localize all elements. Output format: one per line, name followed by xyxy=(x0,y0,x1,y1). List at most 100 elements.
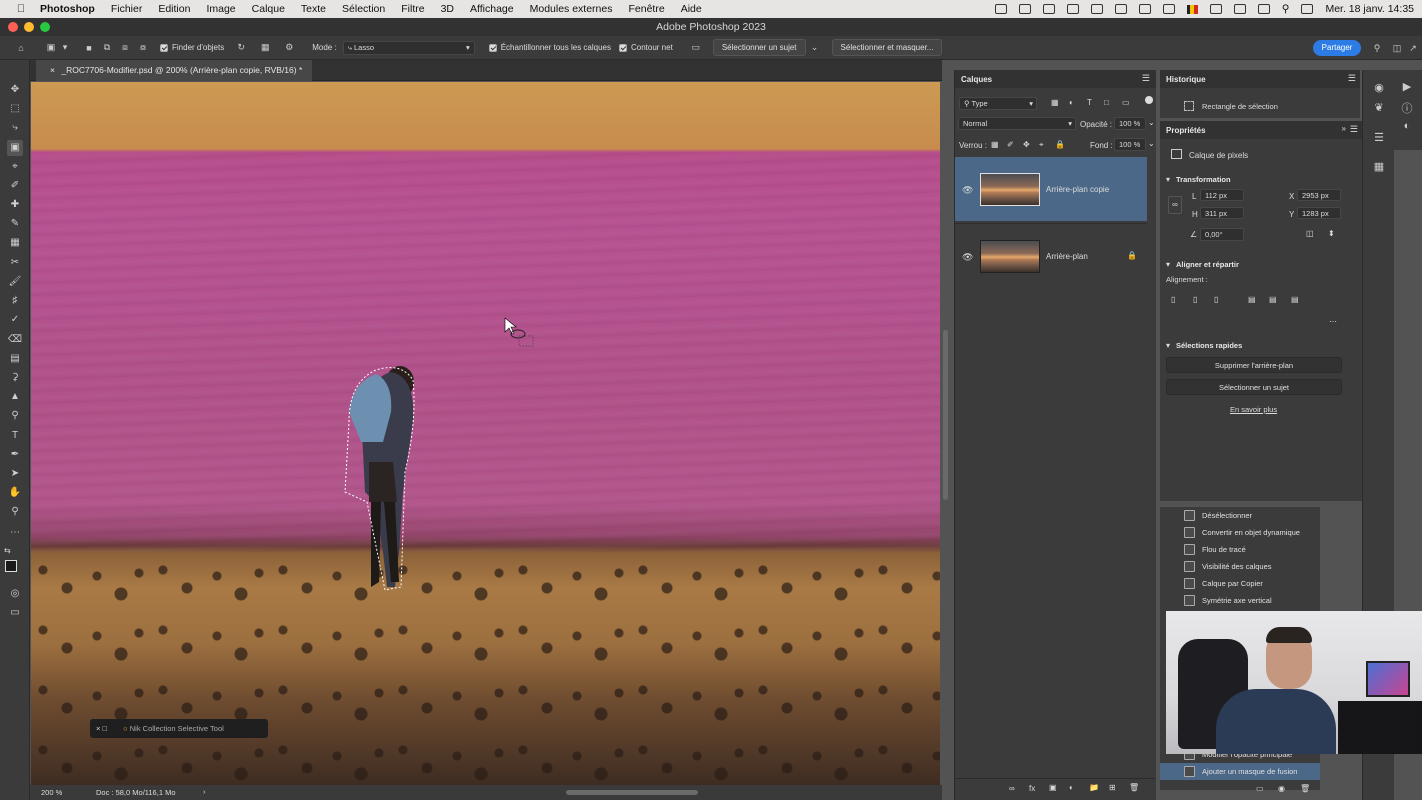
object-selection-tool-icon[interactable]: ▣ xyxy=(44,41,58,55)
gradient-tool-icon[interactable]: ▤ xyxy=(7,351,23,367)
lock-transparency-icon[interactable]: ▦ xyxy=(991,140,999,149)
share-button[interactable]: Partager xyxy=(1313,40,1361,56)
menu-texte[interactable]: Texte xyxy=(301,3,326,15)
marquee-tool-icon[interactable]: ⬚ xyxy=(7,101,23,117)
history-step[interactable]: Visibilité des calques xyxy=(1160,558,1320,575)
frame-tool-icon[interactable]: ▦ xyxy=(7,235,23,251)
chevron-right-icon[interactable]: › xyxy=(203,787,206,796)
expand-icon[interactable]: ↗ xyxy=(1406,41,1420,55)
lock-pixels-icon[interactable]: ✐ xyxy=(1007,140,1014,149)
lock-position-icon[interactable]: ✥ xyxy=(1023,140,1030,149)
panel-menu-icon[interactable]: ☰ xyxy=(1142,73,1150,84)
select-and-mask-button[interactable]: Sélectionner et masquer... xyxy=(831,39,943,56)
hard-edge-checkbox[interactable] xyxy=(619,43,627,52)
finder-checkbox[interactable] xyxy=(160,43,168,52)
menu-image[interactable]: Image xyxy=(206,3,235,15)
time-machine-icon[interactable] xyxy=(1114,4,1127,14)
chevron-down-icon[interactable]: ▾ xyxy=(1166,260,1170,269)
image-canvas[interactable] xyxy=(31,82,940,785)
clone-stamp-icon[interactable]: ♯ xyxy=(7,293,23,309)
align-top-icon[interactable]: ▤ xyxy=(1248,295,1256,304)
menu-fichier[interactable]: Fichier xyxy=(111,3,143,15)
sample-all-toggle[interactable]: Échantillonner tous les calques xyxy=(488,43,611,52)
select-subject-button[interactable]: Sélectionner un sujet xyxy=(712,39,806,56)
lasso-tool-icon[interactable]: ⤷ xyxy=(7,120,23,136)
crop-tool-icon[interactable]: ⌖ xyxy=(7,159,23,175)
menubar-clock[interactable]: Mer. 18 janv. 14:35 xyxy=(1325,3,1414,15)
new-selection-icon[interactable]: ■ xyxy=(82,41,96,55)
healing-brush-icon[interactable]: ✚ xyxy=(7,197,23,213)
chevron-down-icon[interactable]: ⌄ xyxy=(1148,139,1155,148)
screen-record-icon[interactable] xyxy=(1042,4,1055,14)
object-selection-tool-icon[interactable]: ▣ xyxy=(7,140,23,156)
collapse-panel-icon[interactable]: » xyxy=(1342,124,1346,133)
align-middle-v-icon[interactable]: ▤ xyxy=(1269,295,1277,304)
tool-preset-dropdown-icon[interactable]: ▾ xyxy=(58,41,72,55)
quick-mask-icon[interactable]: ◎ xyxy=(7,586,23,602)
lock-all-icon[interactable]: 🔒 xyxy=(1055,140,1065,149)
refresh-icon[interactable]: ↻ xyxy=(234,41,248,55)
lock-artboard-icon[interactable]: ⌖ xyxy=(1039,140,1044,150)
learn-more-link[interactable]: En savoir plus xyxy=(1230,405,1277,414)
zoom-level[interactable]: 200 % xyxy=(41,788,62,797)
chevron-down-icon[interactable]: ⌄ xyxy=(808,41,822,55)
eraser-tool-icon[interactable]: ⌫ xyxy=(7,332,23,348)
screen-mode-icon[interactable]: ▭ xyxy=(7,605,23,621)
camera-icon[interactable] xyxy=(1066,4,1079,14)
control-center-icon[interactable] xyxy=(1301,4,1314,14)
history-step[interactable]: Désélectionner xyxy=(1160,507,1320,524)
vertical-scrollbar[interactable] xyxy=(943,330,948,500)
brush-tool-icon[interactable]: 🖌 xyxy=(7,274,23,290)
history-step[interactable]: Convertir en objet dynamique xyxy=(1160,524,1320,541)
battery-icon[interactable] xyxy=(1233,4,1246,14)
dodge-tool-icon[interactable]: ⚲ xyxy=(7,408,23,424)
angle-input[interactable]: 0,00° xyxy=(1200,228,1244,241)
more-tools-icon[interactable]: ⋯ xyxy=(7,525,23,541)
panel-menu-icon[interactable]: ☰ xyxy=(1350,124,1358,135)
panel-menu-icon[interactable]: ☰ xyxy=(1348,73,1356,84)
delete-layer-icon[interactable]: 🗑 xyxy=(1129,783,1139,792)
keyboard-flag-icon[interactable] xyxy=(1186,4,1198,14)
history-item[interactable]: Rectangle de sélection xyxy=(1202,102,1278,111)
layer-name[interactable]: Arrière-plan xyxy=(1046,252,1088,261)
workspace-icon[interactable]: ◫ xyxy=(1390,41,1404,55)
menu-selection[interactable]: Sélection xyxy=(342,3,385,15)
history-panel-title[interactable]: Historique xyxy=(1166,75,1206,84)
menu-modules[interactable]: Modules externes xyxy=(530,3,613,15)
link-layers-icon[interactable]: ∞ xyxy=(1009,784,1015,793)
navigator-icon[interactable]: ◐ xyxy=(1400,120,1414,134)
layer-row[interactable]: 👁 Arrière-plan 🔒 xyxy=(955,223,1147,287)
align-section-title[interactable]: Aligner et répartir xyxy=(1176,260,1239,269)
chevron-down-icon[interactable]: ⌄ xyxy=(1148,118,1155,127)
finder-toggle[interactable]: Finder d'objets xyxy=(160,43,224,52)
sample-all-checkbox[interactable] xyxy=(488,43,497,52)
info-icon[interactable]: ⓘ xyxy=(1400,100,1414,115)
feedback-icon[interactable]: ▭ xyxy=(689,41,703,55)
menu-aide[interactable]: Aide xyxy=(681,3,702,15)
document-tab[interactable]: × _ROC7706-Modifier.psd @ 200% (Arrière-… xyxy=(36,60,313,81)
apple-icon[interactable]:  xyxy=(14,3,28,15)
hand-tool-icon[interactable]: ✋ xyxy=(7,485,23,501)
align-left-icon[interactable]: ▯ xyxy=(1171,295,1175,304)
layer-row[interactable]: 👁 Arrière-plan copie xyxy=(955,157,1147,221)
intersect-selection-icon[interactable]: ⧇ xyxy=(136,41,150,55)
smudge-tool-icon[interactable]: ⚳ xyxy=(7,370,23,386)
add-mask-icon[interactable]: ▣ xyxy=(1049,783,1057,792)
select-subject-button[interactable]: Sélectionner un sujet xyxy=(1166,379,1342,395)
new-layer-icon[interactable]: ⊞ xyxy=(1109,783,1116,792)
layers-panel-title[interactable]: Calques xyxy=(961,75,992,84)
scissors-icon[interactable]: ✂ xyxy=(7,255,23,271)
cursor-app-icon[interactable] xyxy=(1018,4,1031,14)
creative-cloud-icon[interactable] xyxy=(994,4,1007,14)
filter-pixel-icon[interactable]: ▦ xyxy=(1051,98,1059,107)
properties-panel-title[interactable]: Propriétés xyxy=(1166,126,1206,135)
menu-filtre[interactable]: Filtre xyxy=(401,3,424,15)
subtract-selection-icon[interactable]: ⧈ xyxy=(118,41,132,55)
filter-shape-icon[interactable]: □ xyxy=(1104,98,1109,107)
search-icon[interactable]: ⚲ xyxy=(1370,41,1384,55)
visibility-eye-icon[interactable]: 👁 xyxy=(962,185,973,196)
menu-edition[interactable]: Edition xyxy=(158,3,190,15)
adjustments-icon[interactable]: ☰ xyxy=(1372,131,1386,145)
move-tool-icon[interactable]: ✥ xyxy=(7,82,23,98)
show-objects-icon[interactable]: ▦ xyxy=(258,41,272,55)
